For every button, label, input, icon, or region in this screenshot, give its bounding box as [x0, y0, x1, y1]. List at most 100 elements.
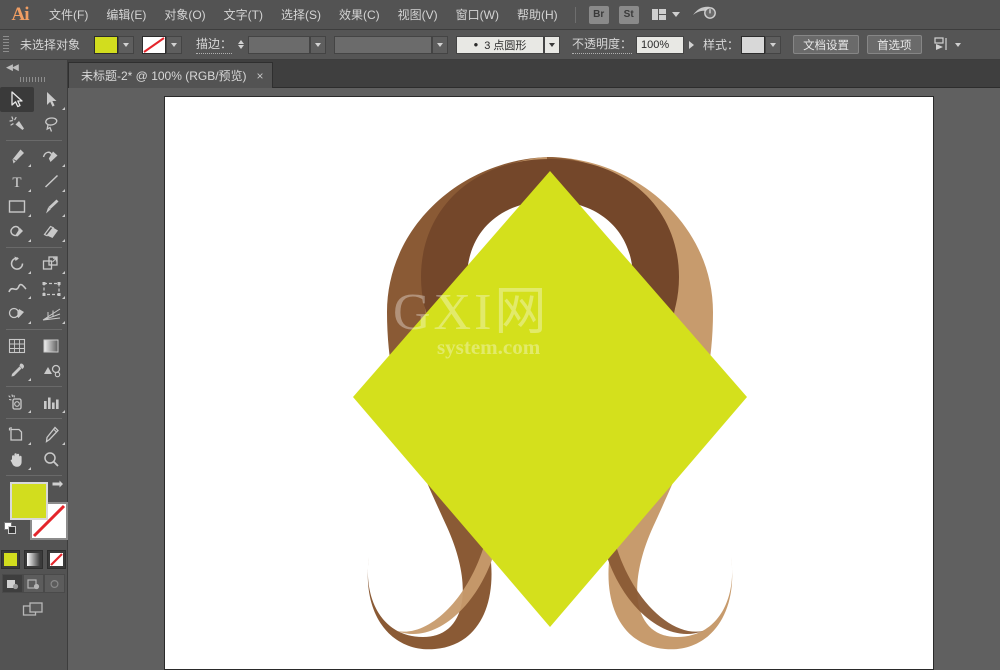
chevron-down-icon[interactable] — [672, 12, 680, 17]
menu-bar: Ai 文件(F) 编辑(E) 对象(O) 文字(T) 选择(S) 效果(C) 视… — [0, 0, 1000, 30]
line-segment-tool[interactable] — [34, 169, 68, 194]
stroke-weight-input[interactable] — [248, 36, 310, 54]
shape-builder-tool[interactable] — [0, 301, 34, 326]
brush-definition-dropdown[interactable] — [544, 36, 560, 54]
dot-icon: • — [474, 38, 479, 51]
chevron-down-icon — [123, 43, 129, 47]
menu-window[interactable]: 窗口(W) — [447, 2, 508, 27]
chevron-down-icon — [437, 43, 443, 47]
close-icon[interactable]: × — [257, 69, 264, 83]
gradient-tool[interactable] — [34, 333, 68, 358]
paintbrush-tool[interactable] — [34, 194, 68, 219]
zoom-tool[interactable] — [34, 447, 68, 472]
tools-panel: ◀◀ — [0, 60, 68, 670]
artboard-tool[interactable] — [0, 422, 34, 447]
menu-object[interactable]: 对象(O) — [155, 2, 214, 27]
tool-divider — [6, 475, 62, 476]
shaper-tool[interactable] — [0, 219, 34, 244]
menu-select[interactable]: 选择(S) — [272, 2, 330, 27]
symbol-sprayer-tool[interactable] — [0, 390, 34, 415]
draw-mode-row — [0, 574, 67, 593]
stroke-profile-input[interactable] — [334, 36, 432, 54]
style-label: 样式： — [703, 36, 739, 53]
menu-effect[interactable]: 效果(C) — [330, 2, 389, 27]
arrange-documents-icon[interactable] — [652, 9, 666, 20]
selection-tool[interactable] — [0, 87, 34, 112]
eyedropper-tool[interactable] — [0, 358, 34, 383]
opacity-label: 不透明度： — [572, 35, 632, 54]
change-screen-mode-icon[interactable] — [0, 601, 67, 619]
artboard[interactable]: GXI网 system.com — [164, 96, 934, 670]
preferences-button[interactable]: 首选项 — [867, 35, 922, 54]
stroke-weight-dropdown[interactable] — [310, 36, 326, 54]
hand-tool[interactable] — [0, 447, 34, 472]
scale-tool[interactable] — [34, 251, 68, 276]
fill-stroke-controls — [0, 480, 68, 546]
stroke-weight-stepper[interactable] — [238, 40, 244, 49]
default-fill-stroke-icon[interactable] — [4, 522, 17, 540]
none-swatch-icon — [50, 553, 63, 566]
curvature-tool[interactable] — [34, 144, 68, 169]
chevron-down-icon — [171, 43, 177, 47]
opacity-input[interactable]: 100% — [636, 36, 684, 54]
stroke-dropdown-button[interactable] — [166, 36, 182, 54]
control-bar-grip[interactable] — [3, 36, 9, 54]
menu-help[interactable]: 帮助(H) — [508, 2, 567, 27]
menu-file[interactable]: 文件(F) — [40, 2, 97, 27]
column-graph-tool[interactable] — [34, 390, 68, 415]
power-swoosh-icon[interactable] — [692, 4, 716, 25]
tool-divider — [6, 386, 62, 387]
brush-definition-value[interactable]: • 3 点圆形 — [456, 36, 544, 54]
type-tool[interactable]: T — [0, 169, 34, 194]
menu-edit[interactable]: 编辑(E) — [97, 2, 155, 27]
perspective-grid-tool[interactable] — [34, 301, 68, 326]
width-tool[interactable] — [0, 276, 34, 301]
tools-panel-grip[interactable] — [20, 74, 47, 84]
stock-button[interactable]: St — [619, 6, 639, 24]
opacity-expand-icon[interactable] — [689, 41, 694, 49]
svg-text:T: T — [12, 175, 21, 190]
none-mode-button[interactable] — [47, 550, 66, 569]
swap-fill-stroke-icon[interactable] — [51, 480, 64, 495]
menu-view[interactable]: 视图(V) — [389, 2, 447, 27]
collapse-panel-icon[interactable]: ◀◀ — [0, 60, 67, 74]
rotate-tool[interactable] — [0, 251, 34, 276]
tool-divider — [6, 418, 62, 419]
fill-dropdown-button[interactable] — [118, 36, 134, 54]
align-objects-icon[interactable] — [934, 37, 961, 52]
tool-divider — [6, 247, 62, 248]
document-tab[interactable]: 未标题-2* @ 100% (RGB/预览) × — [68, 62, 273, 88]
tools-grid: T — [0, 87, 68, 472]
document-setup-button[interactable]: 文档设置 — [793, 35, 859, 54]
gradient-mode-button[interactable] — [24, 550, 43, 569]
stroke-profile-dropdown[interactable] — [432, 36, 448, 54]
lasso-tool[interactable] — [34, 112, 68, 137]
document-tab-title: 未标题-2* @ 100% (RGB/预览) — [81, 67, 247, 84]
gradient-swatch-icon — [27, 553, 40, 566]
direct-selection-tool[interactable] — [34, 87, 68, 112]
mesh-tool[interactable] — [0, 333, 34, 358]
pen-tool[interactable] — [0, 144, 34, 169]
magic-wand-tool[interactable] — [0, 112, 34, 137]
color-mode-button[interactable] — [1, 550, 20, 569]
menu-type[interactable]: 文字(T) — [215, 2, 272, 27]
free-transform-tool[interactable] — [34, 276, 68, 301]
selection-status-label: 未选择对象 — [20, 36, 80, 53]
blend-tool[interactable] — [34, 358, 68, 383]
graphic-style-dropdown[interactable] — [765, 36, 781, 54]
slice-tool[interactable] — [34, 422, 68, 447]
artwork-vector-graphic[interactable] — [165, 97, 935, 670]
fill-swatch[interactable] — [10, 482, 48, 520]
rectangle-tool[interactable] — [0, 194, 34, 219]
eraser-tool[interactable] — [34, 219, 68, 244]
graphic-style-swatch[interactable] — [741, 36, 765, 54]
stroke-color-swatch[interactable] — [142, 36, 166, 54]
draw-inside-button[interactable] — [44, 574, 65, 593]
canvas-work-area[interactable]: GXI网 system.com — [68, 88, 1000, 670]
bridge-button[interactable]: Br — [589, 6, 609, 24]
draw-behind-button[interactable] — [23, 574, 44, 593]
fill-color-swatch[interactable] — [94, 36, 118, 54]
draw-normal-button[interactable] — [2, 574, 23, 593]
chevron-down-icon[interactable] — [955, 43, 961, 47]
menu-divider — [575, 7, 576, 23]
